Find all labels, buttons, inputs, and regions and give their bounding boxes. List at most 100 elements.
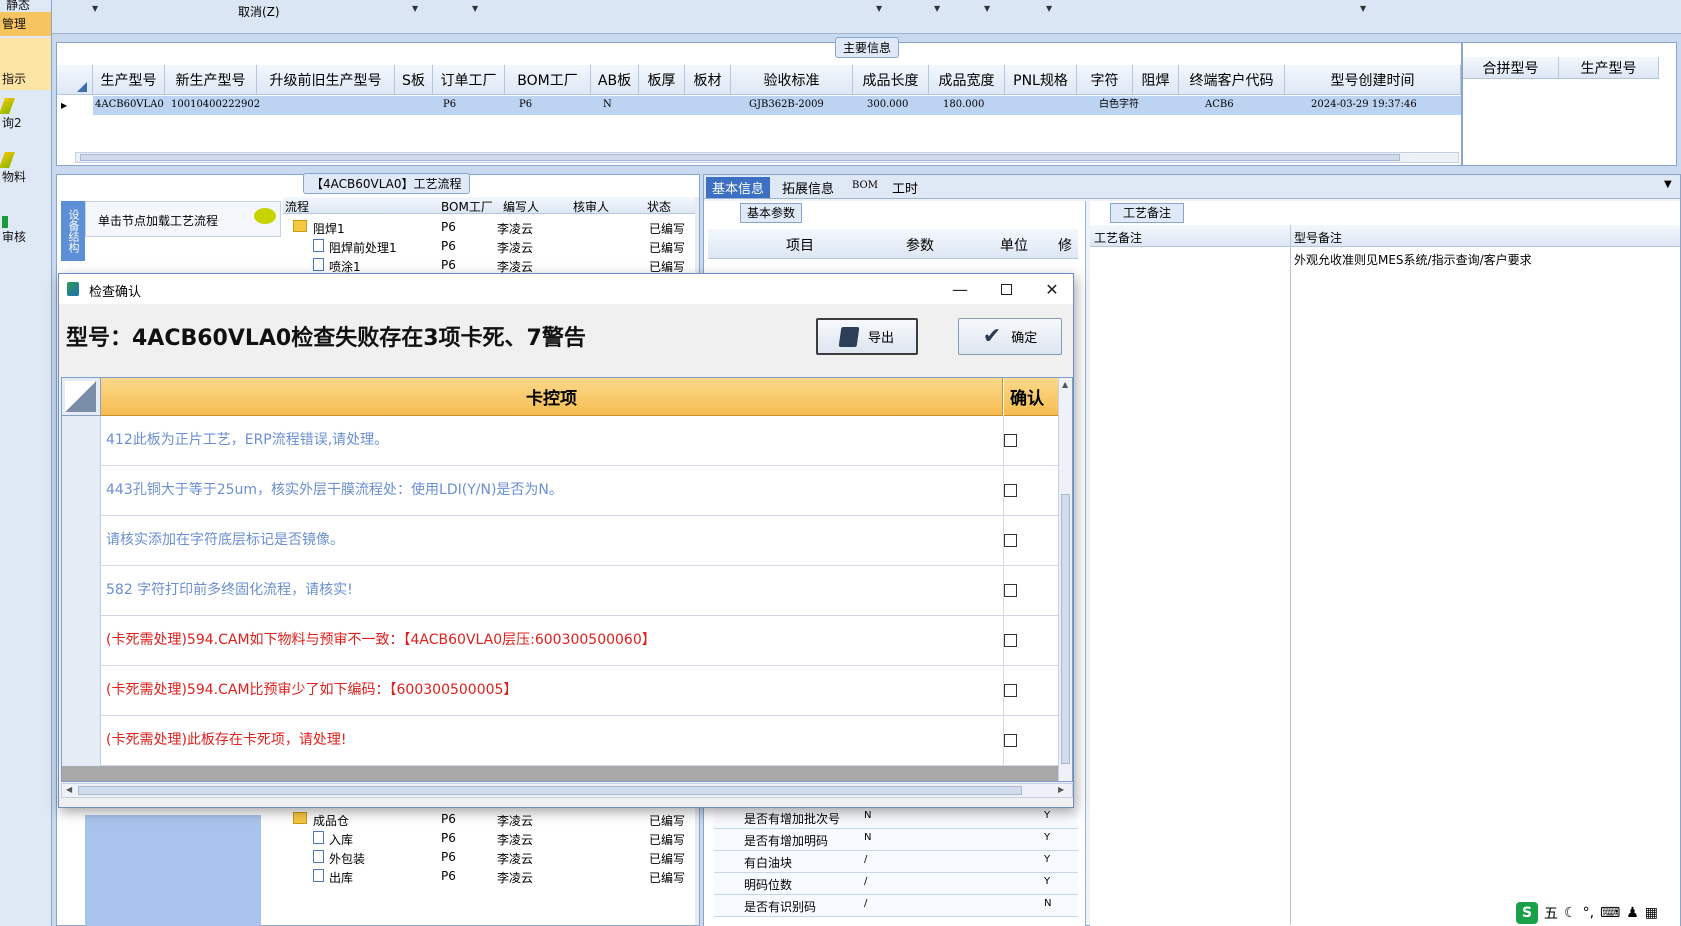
col-header[interactable]: 工艺备注 <box>1094 229 1142 246</box>
dropdown-arrow-icon[interactable]: ▼ <box>934 4 940 13</box>
tree-row[interactable]: 成品仓 P6 李凌云 已编写 <box>57 811 701 830</box>
cell-new-model[interactable]: 10010400222902 <box>169 96 261 114</box>
horizontal-scrollbar[interactable] <box>75 152 1459 163</box>
scroll-left-icon[interactable]: ◀ <box>66 785 72 794</box>
dropdown-arrow-icon[interactable]: ▼ <box>876 4 882 13</box>
maximize-icon[interactable] <box>983 274 1029 304</box>
confirm-checkbox[interactable] <box>1004 734 1017 747</box>
cell-ab-board[interactable]: N <box>601 96 631 114</box>
col-header[interactable]: BOM工厂 <box>505 65 591 95</box>
scroll-right-icon[interactable]: ▶ <box>1058 785 1064 794</box>
tab-extended-info[interactable]: 拓展信息 <box>782 178 834 197</box>
cell-length[interactable]: 300.000 <box>865 96 925 114</box>
col-header[interactable]: BOM工厂 <box>441 198 493 215</box>
dropdown-arrow-icon[interactable]: ▼ <box>412 4 418 13</box>
grid-corner[interactable] <box>57 65 93 95</box>
person-icon[interactable]: ♟ <box>1626 905 1639 921</box>
check-row[interactable]: (卡死需处理)此板存在卡死项，请处理! <box>62 716 1058 766</box>
minimize-icon[interactable]: — <box>937 274 983 304</box>
col-header[interactable]: 型号备注 <box>1294 229 1342 246</box>
keyboard-icon[interactable]: ⌨ <box>1600 905 1620 921</box>
tab-process-note[interactable]: 工艺备注 <box>1110 203 1184 223</box>
param-row[interactable]: 是否有增加明码 N Y <box>714 829 1078 851</box>
check-row[interactable]: 412此板为正片工艺，ERP流程错误,请处理。 <box>62 416 1058 466</box>
tree-row[interactable]: 阻焊1 P6 李凌云 已编写 <box>57 219 701 238</box>
col-header-item[interactable]: 卡控项 <box>101 378 1003 416</box>
punctuation-icon[interactable]: °, <box>1583 905 1594 921</box>
scroll-thumb[interactable] <box>78 786 1022 795</box>
cell-standard[interactable]: GJB362B-2009 <box>747 96 847 114</box>
tree-row[interactable]: 阻焊前处理1 P6 李凌云 已编写 <box>57 238 701 257</box>
confirm-checkbox[interactable] <box>1004 584 1017 597</box>
col-header[interactable]: AB板 <box>591 65 639 95</box>
param-row[interactable]: 是否有识别码 / N <box>714 895 1078 917</box>
dropdown-arrow-icon[interactable]: ▼ <box>1046 4 1052 13</box>
col-header[interactable]: 升级前旧生产型号 <box>257 65 395 95</box>
col-header[interactable]: 验收标准 <box>731 65 853 95</box>
nav-item-query2[interactable]: 询2 <box>0 98 51 131</box>
cell-bom-factory[interactable]: P6 <box>517 96 557 114</box>
vertical-scrollbar[interactable]: ▲ <box>1058 378 1072 781</box>
grid-corner[interactable] <box>62 378 101 416</box>
confirm-checkbox[interactable] <box>1004 534 1017 547</box>
export-button[interactable]: 导出 <box>816 318 918 355</box>
horizontal-scrollbar[interactable]: ◀ ▶ <box>61 783 1073 798</box>
cancel-button[interactable]: 取消(Z) <box>238 3 280 20</box>
cell-width[interactable]: 180.000 <box>941 96 1001 114</box>
cell-created[interactable]: 2024-03-29 19:37:46 <box>1309 96 1459 114</box>
col-header[interactable]: 型号创建时间 <box>1285 65 1461 95</box>
dropdown-arrow-icon[interactable]: ▼ <box>1360 4 1366 13</box>
col-header[interactable]: 修 <box>1058 235 1072 255</box>
param-row[interactable]: 明码位数 / Y <box>714 873 1078 895</box>
nav-item-manage[interactable]: 管理 <box>0 12 51 36</box>
dropdown-arrow-icon[interactable]: ▼ <box>92 4 98 13</box>
col-header[interactable]: 成品长度 <box>853 65 929 95</box>
col-header[interactable]: 生产型号 <box>93 65 165 95</box>
col-header[interactable]: 参数 <box>906 235 934 255</box>
tab-basic-params[interactable]: 基本参数 <box>740 203 802 223</box>
col-header[interactable]: 订单工厂 <box>433 65 505 95</box>
ok-button[interactable]: ✔ 确定 <box>958 318 1062 355</box>
check-row[interactable]: 443孔铜大于等于25um，核实外层干膜流程处：使用LDI(Y/N)是否为N。 <box>62 466 1058 516</box>
col-header[interactable]: 单位 <box>1000 235 1028 255</box>
tree-row[interactable]: 入库 P6 李凌云 已编写 <box>57 830 701 849</box>
check-row[interactable]: 请核实添加在字符底层标记是否镜像。 <box>62 516 1058 566</box>
cell-customer-code[interactable]: ACB6 <box>1203 96 1263 114</box>
dropdown-arrow-icon[interactable]: ▼ <box>984 4 990 13</box>
scroll-thumb[interactable] <box>1061 494 1070 764</box>
moon-icon[interactable]: ☾ <box>1564 905 1577 921</box>
confirm-checkbox[interactable] <box>1004 634 1017 647</box>
col-header[interactable]: 新生产型号 <box>165 65 257 95</box>
col-header[interactable]: 成品宽度 <box>929 65 1005 95</box>
col-header[interactable]: 核审人 <box>573 198 609 215</box>
col-header[interactable]: 字符 <box>1077 65 1133 95</box>
sogou-s-icon[interactable]: S <box>1516 902 1538 924</box>
confirm-checkbox[interactable] <box>1004 434 1017 447</box>
dropdown-arrow-icon[interactable]: ▼ <box>472 4 478 13</box>
cell-prod-model[interactable]: 4ACB60VLA0 <box>93 96 165 114</box>
col-header[interactable]: 合拼型号 <box>1463 57 1559 79</box>
model-note-text[interactable]: 外观允收准则见MES系统/指示查询/客户要求 <box>1294 251 1532 268</box>
nav-item-instruct[interactable]: 指示 <box>0 38 51 90</box>
confirm-checkbox[interactable] <box>1004 484 1017 497</box>
col-header[interactable]: 项目 <box>786 235 814 255</box>
check-row[interactable]: (卡死需处理)594.CAM比预审少了如下编码：【600300500005】 <box>62 666 1058 716</box>
confirm-checkbox[interactable] <box>1004 684 1017 697</box>
col-header[interactable]: 流程 <box>285 198 309 215</box>
tab-basic-info[interactable]: 基本信息 <box>706 177 771 198</box>
tab-bom[interactable]: BOM <box>852 180 878 191</box>
col-header[interactable]: 状态 <box>647 198 671 215</box>
col-header[interactable]: S板 <box>395 65 433 95</box>
scroll-up-icon[interactable]: ▲ <box>1062 380 1068 389</box>
nav-item-material[interactable]: 物料 <box>0 152 51 185</box>
col-header[interactable]: 阻焊 <box>1133 65 1179 95</box>
param-row[interactable]: 有白油块 / Y <box>714 851 1078 873</box>
col-header-confirm[interactable]: 确认 <box>1004 378 1058 416</box>
col-header[interactable]: PNL规格 <box>1005 65 1077 95</box>
close-icon[interactable]: ✕ <box>1029 274 1075 304</box>
check-row[interactable]: 582 字符打印前多终固化流程，请核实! <box>62 566 1058 616</box>
cell-character[interactable]: 白色字符 <box>1097 96 1157 114</box>
cell-order-factory[interactable]: P6 <box>441 96 481 114</box>
col-header[interactable]: 板材 <box>685 65 731 95</box>
param-row[interactable]: 是否有增加批次号 N Y <box>714 807 1078 829</box>
